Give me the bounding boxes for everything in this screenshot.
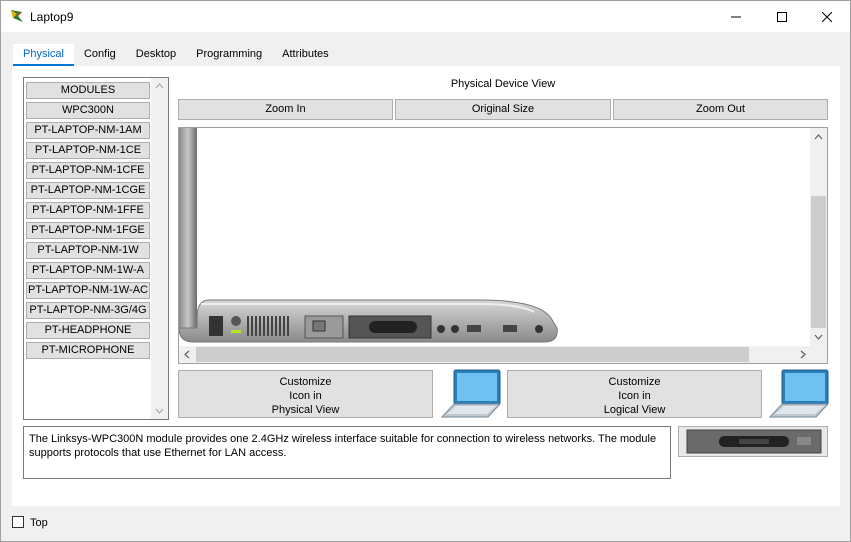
tab-attributes[interactable]: Attributes — [272, 44, 338, 66]
module-item[interactable]: PT-HEADPHONE — [26, 322, 150, 339]
close-icon — [822, 11, 832, 22]
tab-programming[interactable]: Programming — [186, 44, 272, 66]
module-item[interactable]: PT-LAPTOP-NM-1CFE — [26, 162, 150, 179]
module-item[interactable]: PT-LAPTOP-NM-1FGE — [26, 222, 150, 239]
module-item[interactable]: PT-LAPTOP-NM-1CGE — [26, 182, 150, 199]
device-window: Laptop9 Physical Config Desktop Programm… — [0, 0, 851, 542]
customize-physical-line2: Icon in — [289, 390, 322, 402]
laptop-side-image — [179, 128, 558, 343]
maximize-button[interactable] — [759, 1, 805, 32]
module-item[interactable]: PT-LAPTOP-NM-1CE — [26, 142, 150, 159]
scroll-up-icon[interactable] — [814, 134, 823, 140]
original-size-button[interactable]: Original Size — [395, 99, 611, 120]
tab-desktop[interactable]: Desktop — [126, 44, 186, 66]
customize-logical-icon-button[interactable]: Customize Icon in Logical View — [507, 370, 762, 418]
tab-bar: Physical Config Desktop Programming Attr… — [13, 44, 339, 66]
physical-panel: MODULES WPC300N PT-LAPTOP-NM-1AM PT-LAPT… — [12, 66, 840, 506]
modules-header: MODULES — [26, 82, 150, 99]
module-item[interactable]: PT-LAPTOP-NM-1AM — [26, 122, 150, 139]
module-item[interactable]: PT-LAPTOP-NM-1W — [26, 242, 150, 259]
zoom-in-button[interactable]: Zoom In — [178, 99, 393, 120]
scroll-left-icon[interactable] — [184, 350, 190, 359]
device-view-canvas[interactable] — [178, 127, 828, 364]
module-item[interactable]: PT-LAPTOP-NM-3G/4G — [26, 302, 150, 319]
scroll-up-icon[interactable] — [155, 83, 164, 89]
maximize-icon — [777, 11, 787, 22]
module-item[interactable]: PT-MICROPHONE — [26, 342, 150, 359]
customize-logical-line2: Icon in — [618, 390, 651, 402]
module-item[interactable]: PT-LAPTOP-NM-1W-AC — [26, 282, 150, 299]
customize-physical-line3: Physical View — [271, 404, 340, 416]
customize-physical-icon-button[interactable]: Customize Icon in Physical View — [178, 370, 433, 418]
module-item[interactable]: WPC300N — [26, 102, 150, 119]
wireless-card-icon — [686, 429, 822, 454]
scroll-corner — [810, 346, 827, 363]
scroll-down-icon[interactable] — [814, 334, 823, 340]
scroll-right-icon[interactable] — [800, 350, 806, 359]
laptop-icon — [440, 369, 502, 418]
device-view-vertical-scrollbar[interactable] — [810, 128, 827, 347]
scroll-down-icon[interactable] — [155, 408, 164, 414]
physical-device-view-label: Physical Device View — [450, 78, 556, 90]
customize-logical-line3: Logical View — [603, 404, 666, 416]
module-image — [678, 426, 828, 457]
window-title: Laptop9 — [30, 10, 74, 24]
customize-logical-line1: Customize — [608, 376, 661, 388]
module-item[interactable]: PT-LAPTOP-NM-1W-A — [26, 262, 150, 279]
zoom-out-button[interactable]: Zoom Out — [613, 99, 828, 120]
top-label: Top — [30, 517, 48, 529]
top-checkbox[interactable] — [12, 516, 24, 528]
module-list-scrollbar[interactable] — [151, 78, 168, 419]
packet-tracer-icon — [11, 10, 23, 22]
tab-config[interactable]: Config — [74, 44, 126, 66]
title-bar[interactable]: Laptop9 — [1, 1, 850, 32]
customize-physical-line1: Customize — [279, 376, 332, 388]
minimize-icon — [731, 16, 741, 17]
vertical-scroll-thumb[interactable] — [811, 196, 826, 328]
module-description: The Linksys-WPC300N module provides one … — [23, 426, 671, 479]
module-list[interactable]: MODULES WPC300N PT-LAPTOP-NM-1AM PT-LAPT… — [23, 77, 169, 420]
close-button[interactable] — [804, 1, 850, 32]
horizontal-scroll-thumb[interactable] — [196, 347, 749, 362]
tab-physical[interactable]: Physical — [13, 44, 74, 66]
laptop-icon — [768, 369, 830, 418]
device-view-horizontal-scrollbar[interactable] — [179, 346, 812, 363]
minimize-button[interactable] — [713, 1, 759, 32]
module-item[interactable]: PT-LAPTOP-NM-1FFE — [26, 202, 150, 219]
